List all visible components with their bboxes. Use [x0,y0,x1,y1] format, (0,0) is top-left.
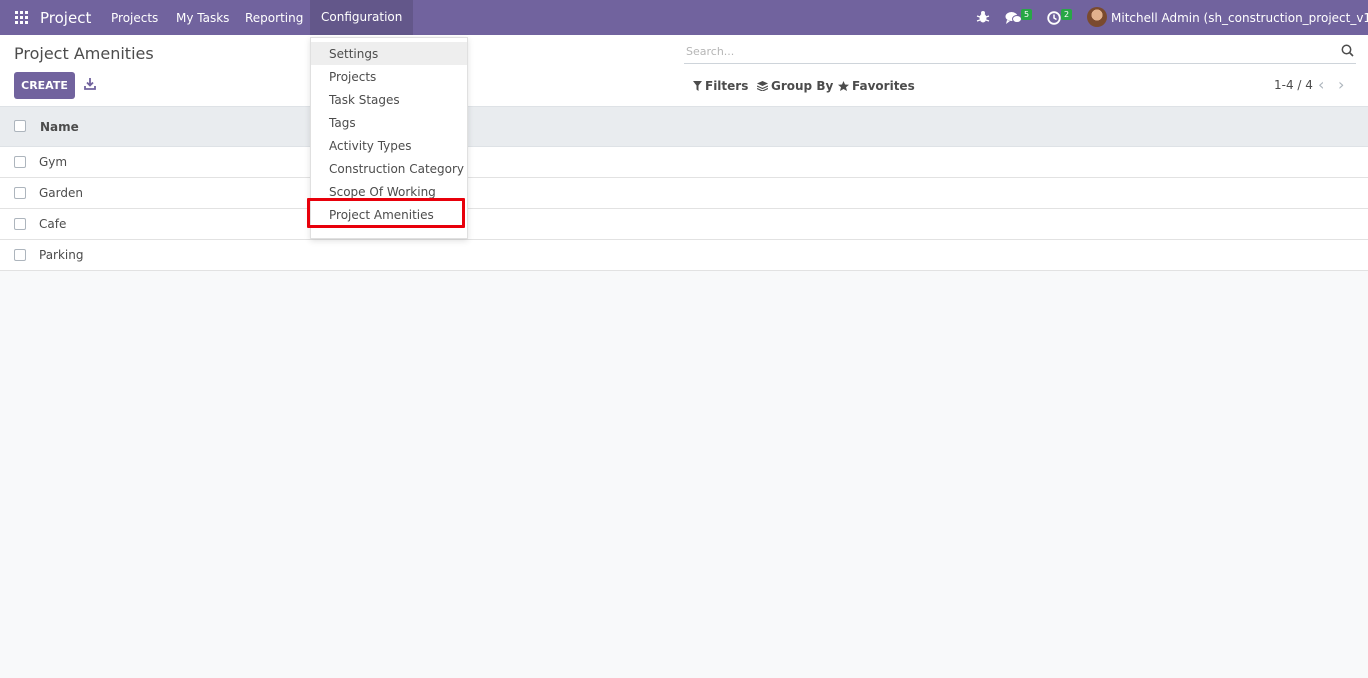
row-name: Gym [39,155,68,169]
search-bar [684,42,1356,64]
table-row[interactable]: Gym [0,147,1368,178]
config-item-activity-types[interactable]: Activity Types [311,134,467,157]
config-item-projects[interactable]: Projects [311,65,467,88]
config-item-label: Activity Types [329,139,412,153]
download-icon[interactable] [84,77,96,91]
app-brand[interactable]: Project [40,9,91,27]
user-menu[interactable]: Mitchell Admin (sh_construction_project_… [1111,11,1368,25]
app-grid-icon[interactable] [15,11,29,25]
favorites-label: Favorites [852,79,915,93]
filter-icon [693,81,702,91]
row-name: Parking [39,248,84,262]
group-by-button[interactable]: Group By [757,79,833,93]
config-item-label: Scope Of Working [329,185,436,199]
control-panel: Project Amenities CREATE Filters Group B… [0,35,1368,107]
select-all-checkbox[interactable] [14,120,26,132]
menu-projects[interactable]: Projects [111,11,158,25]
activities-badge: 2 [1061,9,1073,20]
page-title: Project Amenities [14,44,154,63]
row-name: Garden [39,186,83,200]
avatar[interactable] [1087,7,1107,27]
search-icon[interactable] [1341,44,1354,57]
amenities-list: Name Gym Garden Cafe Parking [0,107,1368,271]
row-checkbox[interactable] [14,156,26,168]
row-checkbox[interactable] [14,187,26,199]
row-name: Cafe [39,217,67,231]
table-row[interactable]: Cafe [0,209,1368,240]
menu-reporting[interactable]: Reporting [245,11,303,25]
group-by-label: Group By [771,79,834,93]
config-item-label: Tags [329,116,356,130]
filters-label: Filters [705,79,749,93]
config-item-label: Task Stages [329,93,400,107]
config-item-construction-category[interactable]: Construction Category [311,157,467,180]
config-item-label: Settings [329,47,379,61]
search-input[interactable] [684,42,1288,60]
messages-badge: 5 [1021,9,1033,20]
chat-icon[interactable] [1005,11,1022,25]
row-checkbox[interactable] [14,249,26,261]
table-row[interactable]: Garden [0,178,1368,209]
favorites-button[interactable]: Favorites [838,79,915,93]
column-header-name[interactable]: Name [40,120,79,134]
config-item-settings[interactable]: Settings [311,42,467,65]
config-item-task-stages[interactable]: Task Stages [311,88,467,111]
pager-value[interactable]: 1-4 / 4 [1274,78,1313,92]
top-navbar: Project Projects My Tasks Reporting Conf… [0,0,1368,35]
pager-next-icon[interactable]: › [1338,75,1344,94]
list-header: Name [0,107,1368,147]
bug-icon[interactable] [976,10,990,24]
layers-icon [757,81,768,91]
star-icon [838,81,849,91]
row-checkbox[interactable] [14,218,26,230]
config-item-label: Projects [329,70,377,84]
create-button[interactable]: CREATE [14,72,75,99]
highlight-box [307,198,465,228]
config-item-tags[interactable]: Tags [311,111,467,134]
config-item-label: Construction Category [329,162,465,176]
filters-button[interactable]: Filters [693,79,748,93]
pager-previous-icon[interactable]: ‹ [1318,75,1324,94]
menu-my-tasks[interactable]: My Tasks [176,11,229,25]
table-row[interactable]: Parking [0,240,1368,271]
menu-configuration[interactable]: Configuration [310,0,414,35]
clock-icon[interactable] [1047,11,1061,25]
